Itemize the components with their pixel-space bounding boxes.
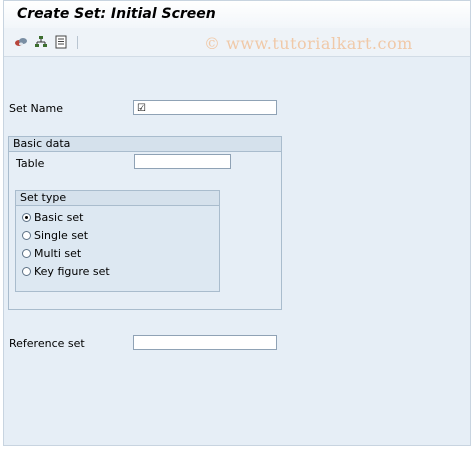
page-title: Create Set: Initial Screen [17,6,216,22]
reference-set-label: Reference set [9,337,85,350]
radio-multi-set[interactable]: Multi set [22,247,81,260]
reference-set-input[interactable] [133,335,277,350]
display-set-button[interactable] [14,35,28,49]
table-input[interactable] [134,154,231,169]
sap-window: Create Set: Initial Screen © www.tutoria… [3,0,471,446]
radio-single-set-label: Single set [34,229,89,242]
basic-data-group: Basic data Table Set type Basic set Sing… [8,136,282,310]
radio-single-set-indicator[interactable] [22,231,31,240]
radio-multi-set-label: Multi set [34,247,82,260]
hierarchy-icon [35,36,47,47]
application-toolbar: © www.tutorialkart.com [4,28,470,57]
watermark: © www.tutorialkart.com [204,34,413,53]
title-bar: Create Set: Initial Screen [4,1,470,29]
set-name-label: Set Name [9,102,64,115]
table-label: Table [16,157,45,170]
set-type-title: Set type [16,191,219,206]
document-button[interactable] [54,35,68,49]
set-type-group: Set type Basic set Single set Multi set … [15,190,220,292]
radio-key-figure-set[interactable]: Key figure set [22,265,110,278]
radio-basic-set-indicator[interactable] [22,213,31,222]
radio-key-figure-set-label: Key figure set [34,265,110,278]
display-set-icon [15,38,27,46]
set-name-input[interactable]: ☑ [133,100,277,115]
basic-data-title: Basic data [9,137,281,152]
set-name-value: ☑ [137,103,146,114]
radio-key-figure-set-indicator[interactable] [22,267,31,276]
hierarchy-button[interactable] [34,35,48,49]
radio-basic-set[interactable]: Basic set [22,211,83,224]
radio-basic-set-label: Basic set [34,211,84,224]
document-icon [55,35,67,49]
radio-single-set[interactable]: Single set [22,229,88,242]
toolbar-separator [77,36,78,49]
radio-multi-set-indicator[interactable] [22,249,31,258]
